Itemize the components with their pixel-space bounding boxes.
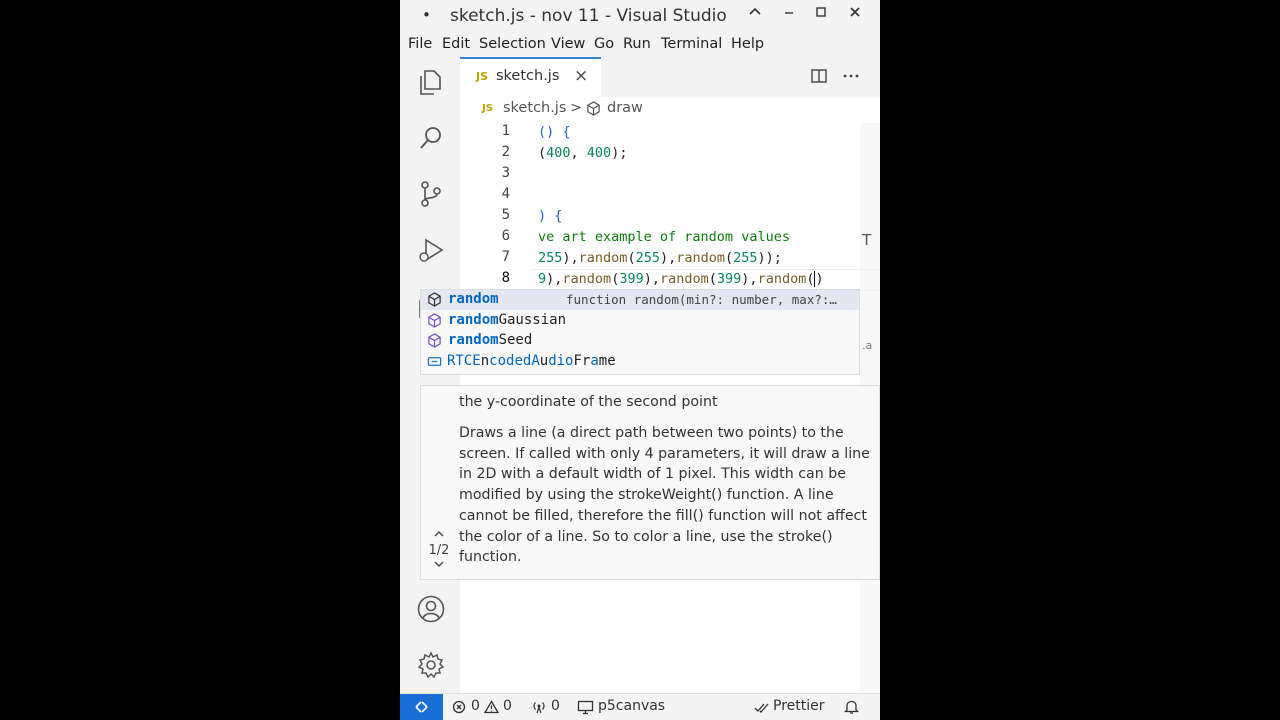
code-comment: ve art example of random values [538, 229, 790, 245]
source-control-icon[interactable] [416, 179, 446, 209]
search-icon[interactable] [416, 123, 446, 153]
run-debug-icon[interactable] [416, 235, 446, 265]
parameter-doc: the y-coordinate of the second point [459, 394, 718, 410]
remote-indicator[interactable] [400, 694, 443, 720]
suggestion-item[interactable]: random function random(min?: number, max… [421, 290, 859, 310]
overflow-text: .a [862, 339, 873, 352]
line-number: 5 [501, 207, 510, 223]
line-number: 3 [501, 165, 510, 181]
minimize-button[interactable] [777, 4, 801, 23]
breadcrumb-symbol[interactable]: draw [607, 100, 643, 116]
hover-marker: T [862, 231, 872, 249]
line-number: 1 [501, 123, 510, 139]
chevron-up-icon [749, 7, 761, 15]
menu-run[interactable]: Run [623, 36, 651, 52]
signature-counter: 1/2 [428, 543, 450, 558]
method-cube-icon [428, 292, 441, 307]
menu-selection[interactable]: Selection [479, 36, 546, 52]
signature-pager: 1/2 [421, 528, 457, 573]
suggestion-detail: function random(min?: number, max?:… [566, 292, 837, 307]
warning-count[interactable]: 0 [503, 698, 512, 714]
status-bar: 0 0 0 p5canvas Prettier [400, 693, 880, 720]
chevron-up-icon[interactable] [421, 528, 457, 543]
breadcrumb-file[interactable]: sketch.js [503, 100, 566, 116]
line-number: 7 [501, 249, 510, 265]
tab-label: sketch.js [496, 68, 560, 84]
function-description: Draws a line (a direct path between two … [459, 425, 870, 566]
menu-go[interactable]: Go [594, 36, 614, 52]
menu-file[interactable]: File [408, 36, 432, 52]
error-icon[interactable] [452, 700, 466, 718]
code-line: ) { [538, 208, 563, 224]
remote-icon [415, 701, 428, 713]
menu-view[interactable]: View [551, 36, 585, 52]
breadcrumb: JS sketch.js > draw [460, 97, 880, 121]
maximize-icon [816, 7, 826, 17]
more-actions-icon[interactable] [842, 67, 860, 89]
maximize-button[interactable] [809, 4, 833, 23]
symbol-method-icon [586, 101, 601, 120]
minimize-icon [785, 12, 793, 14]
suggestion-item[interactable]: randomSeed [421, 331, 859, 351]
vscode-window: • sketch.js - nov 11 - Visual Studio Fil… [400, 0, 880, 720]
method-cube-icon [428, 333, 441, 348]
js-file-icon: JS [476, 70, 489, 83]
line-number: 6 [501, 228, 510, 244]
close-window-button[interactable] [843, 4, 867, 23]
chevron-down-icon[interactable] [421, 558, 457, 573]
collapse-button[interactable] [743, 4, 767, 23]
accounts-icon[interactable] [416, 594, 446, 624]
title-bar: • sketch.js - nov 11 - Visual Studio [400, 0, 880, 33]
parameter-hints-widget: the y-coordinate of the second point Dra… [420, 385, 880, 580]
monitor-icon[interactable] [577, 700, 594, 719]
warning-icon[interactable] [483, 700, 500, 718]
suggestion-label: random [448, 291, 499, 307]
tab-close-icon[interactable]: × [574, 66, 588, 86]
js-file-icon: JS [482, 103, 493, 114]
activity-bar [400, 57, 460, 693]
variable-icon [427, 357, 442, 366]
settings-gear-icon[interactable] [416, 650, 446, 680]
tab-sketch-js[interactable]: JS sketch.js × [460, 57, 601, 97]
double-check-icon[interactable] [754, 700, 770, 718]
suggestion-label: randomSeed [448, 332, 533, 348]
code-line-active: 9),random(399),random(399),random() [538, 271, 824, 287]
menu-edit[interactable]: Edit [442, 36, 470, 52]
suggestion-item[interactable]: randomGaussian [421, 311, 859, 331]
menu-bar: File Edit Selection View Go Run Terminal… [400, 33, 880, 57]
bell-icon[interactable] [843, 699, 860, 719]
code-line: () { [538, 124, 571, 140]
error-count[interactable]: 0 [471, 698, 480, 714]
line-number: 4 [501, 186, 510, 202]
suggestion-label: randomGaussian [448, 312, 567, 328]
close-icon [850, 7, 860, 17]
menu-terminal[interactable]: Terminal [661, 36, 722, 52]
code-line: (400, 400); [538, 145, 628, 161]
ports-count[interactable]: 0 [551, 698, 560, 714]
split-editor-icon[interactable] [810, 67, 828, 89]
tab-bar: JS sketch.js × [460, 57, 880, 97]
code-line: 255),random(255),random(255)); [538, 250, 782, 266]
unsaved-indicator: • [422, 6, 431, 24]
p5canvas-status[interactable]: p5canvas [598, 698, 665, 714]
suggestion-item[interactable]: RTCEncodedAudioFrame [421, 352, 859, 372]
line-number: 8 [501, 270, 510, 286]
method-cube-icon [428, 313, 441, 328]
window-title: sketch.js - nov 11 - Visual Studio [450, 6, 727, 26]
broadcast-icon[interactable] [531, 700, 547, 718]
explorer-icon[interactable] [416, 67, 446, 97]
suggestion-label: RTCEncodedAudioFrame [447, 353, 616, 369]
menu-help[interactable]: Help [731, 36, 764, 52]
line-number: 2 [501, 144, 510, 160]
breadcrumb-separator: > [570, 100, 583, 116]
prettier-status[interactable]: Prettier [773, 698, 825, 714]
suggest-widget[interactable]: random function random(min?: number, max… [420, 289, 860, 375]
